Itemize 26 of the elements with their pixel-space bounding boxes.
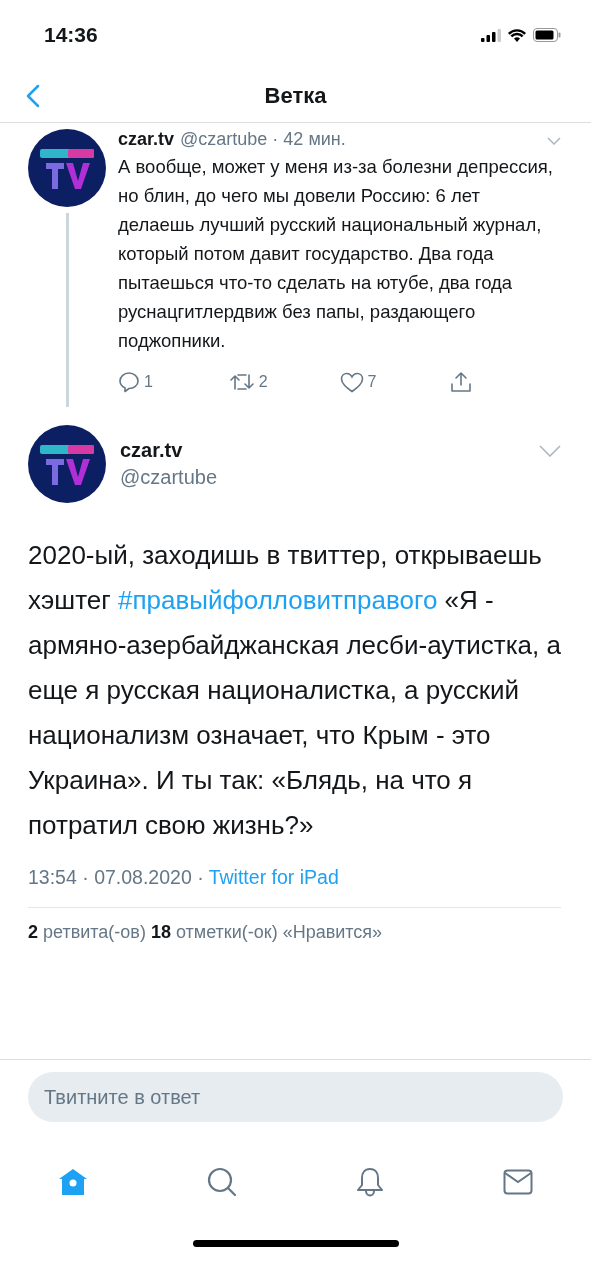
battery-icon — [533, 28, 561, 42]
search-icon[interactable] — [207, 1167, 237, 1197]
author-name[interactable]: czar.tv — [120, 439, 525, 462]
heart-icon[interactable] — [339, 371, 364, 393]
status-time: 14:36 — [44, 23, 98, 47]
signal-icon — [481, 28, 501, 42]
author-name[interactable]: czar.tv — [118, 129, 175, 150]
tweet-text: 2020-ый, заходишь в твиттер, открываешь хэштег #правыйфолловитправого «Я - армяно-азербайджанская лесби-аутистка, а еще я русская националистка, а русский национализм означает, что Крым - это Украина». И ты так: «Блядь, на что я потратил свою жизнь?» — [28, 539, 561, 842]
home-icon[interactable] — [58, 1168, 88, 1196]
reply-icon[interactable] — [118, 371, 140, 393]
retweet-icon[interactable] — [228, 372, 255, 392]
action-count: 7 — [367, 373, 377, 391]
tweet-meta: 13:54 · 07.08.2020 · Twitter for iPad — [28, 866, 340, 889]
mail-icon[interactable] — [503, 1169, 533, 1195]
tweet-stats[interactable]: 2 ретвита(-ов) 18 отметки(-ок) «Нравится» — [28, 922, 561, 943]
reply-field[interactable]: Твитните в ответ — [28, 1072, 563, 1122]
wifi-icon — [508, 28, 526, 42]
author-handle: @czartube · 42 мин. — [180, 129, 346, 150]
bell-icon[interactable] — [356, 1167, 384, 1197]
share-icon[interactable] — [450, 371, 473, 393]
back-icon[interactable] — [26, 84, 40, 108]
action-count: 1 — [144, 373, 153, 391]
tweet-text: А вообще, может у меня из-за болезни депрессия, но блин, до чего мы довели Россию: 6 лет делаешь лучший русский национальный журнал, который потом давит государство. Два года пытаешься что-то сделать на ютубе, два года руснацгитлердвиж без папы, раздающего поджопники. — [118, 155, 554, 353]
author-handle: @czartube — [120, 466, 218, 489]
nav-title: Ветка — [264, 83, 327, 109]
action-count: 2 — [258, 373, 268, 391]
